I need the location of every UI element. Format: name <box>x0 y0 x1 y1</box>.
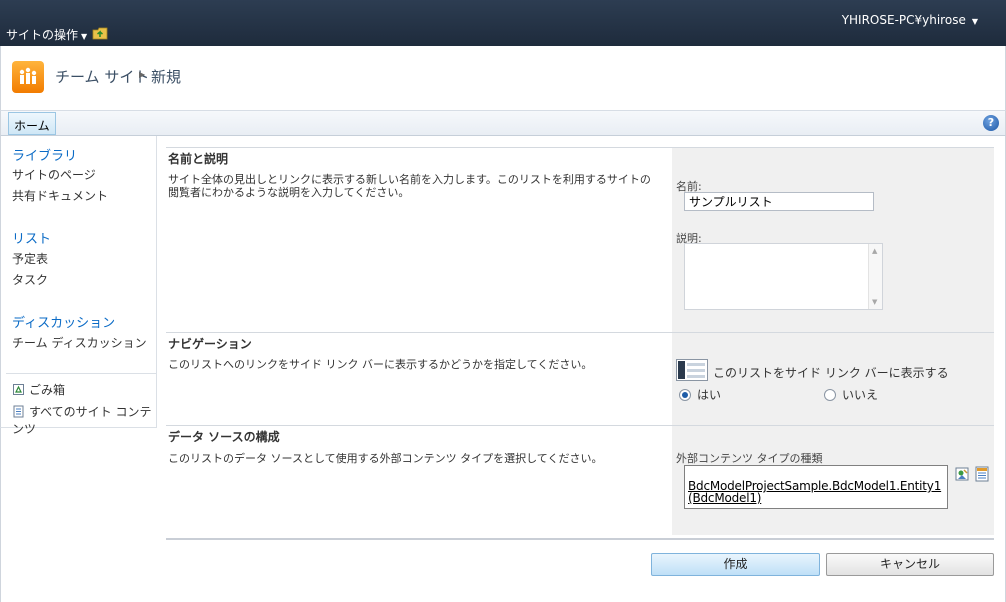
side-link-bar-icon <box>676 359 708 381</box>
breadcrumb-site-link[interactable]: チーム サイト <box>55 66 149 87</box>
scroll-down-icon[interactable]: ▼ <box>872 298 877 306</box>
ql-item-site-pages[interactable]: サイトのページ <box>12 166 96 183</box>
form-bottom-divider <box>166 538 994 540</box>
create-button[interactable]: 作成 <box>651 553 820 576</box>
external-content-type-link-line2[interactable]: (BdcModel1) <box>688 492 943 504</box>
side-link-bar-option-label: このリストをサイド リンク バーに表示する <box>713 366 949 380</box>
user-menu[interactable]: YHIROSE-PC¥yhirose ▼ <box>842 13 978 27</box>
ql-heading-discussions[interactable]: ディスカッション <box>12 312 115 331</box>
scroll-up-icon[interactable]: ▲ <box>872 247 877 255</box>
recycle-bin-label: ごみ箱 <box>29 383 66 397</box>
ql-item-all-site-content[interactable]: すべてのサイト コンテンツ <box>12 403 156 437</box>
breadcrumb-separator-icon: ▶ <box>139 70 146 79</box>
ql-item-shared-documents[interactable]: 共有ドキュメント <box>12 187 108 204</box>
quick-launch: ライブラリ サイトのページ 共有ドキュメント リスト 予定表 タスク ディスカッ… <box>0 136 157 436</box>
site-actions-menu[interactable]: サイトの操作 ▼ <box>6 26 87 43</box>
show-on-side-link-bar-no-radio[interactable] <box>824 389 836 401</box>
cancel-button[interactable]: キャンセル <box>826 553 994 576</box>
external-content-type-picker[interactable]: BdcModelProjectSample.BdcModel1.Entity1 … <box>684 465 948 509</box>
ribbon-top-bar: サイトの操作 ▼ YHIROSE-PC¥yhirose ▼ <box>0 0 1006 46</box>
yes-label: はい <box>697 388 722 402</box>
data-source-section: データ ソースの構成 このリストのデータ ソースとして使用する外部コンテンツ タ… <box>166 425 994 535</box>
title-area: チーム サイト ▶ 新規 <box>0 46 1006 110</box>
recycle-bin-icon <box>13 384 24 395</box>
description-textarea[interactable]: ▲ ▼ <box>684 243 883 310</box>
help-icon[interactable]: ? <box>983 115 999 131</box>
all-site-content-label: すべてのサイト コンテンツ <box>12 405 152 436</box>
tab-home[interactable]: ホーム <box>8 112 56 135</box>
page-left-border <box>0 428 1 602</box>
no-label: いいえ <box>842 388 879 402</box>
site-logo-icon[interactable] <box>12 61 44 93</box>
site-actions-label: サイトの操作 <box>6 28 79 42</box>
ql-item-recycle-bin[interactable]: ごみ箱 <box>12 381 65 398</box>
show-on-side-link-bar-yes-radio[interactable] <box>679 389 691 401</box>
name-section-description: サイト全体の見出しとリンクに表示する新しい名前を入力します。このリストを利用する… <box>168 173 651 199</box>
name-description-section: 名前と説明 サイト全体の見出しとリンクに表示する新しい名前を入力します。このリス… <box>166 147 994 332</box>
top-link-bar: ホーム ? <box>0 110 1006 136</box>
ql-item-tasks[interactable]: タスク <box>12 271 48 288</box>
browse-content-types-icon[interactable] <box>974 466 990 482</box>
ql-heading-libraries[interactable]: ライブラリ <box>12 145 77 164</box>
user-name: YHIROSE-PC¥yhirose <box>841 13 966 27</box>
navigation-section: ナビゲーション このリストへのリンクをサイド リンク バーに表示するかどうかを指… <box>166 332 994 425</box>
ql-heading-lists[interactable]: リスト <box>12 228 51 247</box>
site-content-icon <box>13 405 24 418</box>
ql-divider <box>6 373 156 374</box>
navigate-up-icon[interactable] <box>92 26 108 40</box>
chevron-down-icon: ▼ <box>971 17 978 26</box>
external-content-type-label: 外部コンテンツ タイプの種類 <box>676 452 823 465</box>
navigation-section-title: ナビゲーション <box>168 337 252 351</box>
name-input[interactable] <box>684 192 874 211</box>
data-source-section-description: このリストのデータ ソースとして使用する外部コンテンツ タイプを選択してください… <box>168 452 603 465</box>
ql-item-calendar[interactable]: 予定表 <box>12 250 48 267</box>
description-scrollbar[interactable]: ▲ ▼ <box>868 244 882 309</box>
ql-item-team-discussion[interactable]: チーム ディスカッション <box>12 334 147 351</box>
name-section-title: 名前と説明 <box>168 152 229 166</box>
check-names-icon[interactable] <box>954 466 970 482</box>
data-source-section-title: データ ソースの構成 <box>168 430 280 444</box>
chevron-down-icon: ▼ <box>81 32 88 41</box>
page-title: 新規 <box>151 68 182 86</box>
navigation-section-description: このリストへのリンクをサイド リンク バーに表示するかどうかを指定してください。 <box>168 358 593 371</box>
